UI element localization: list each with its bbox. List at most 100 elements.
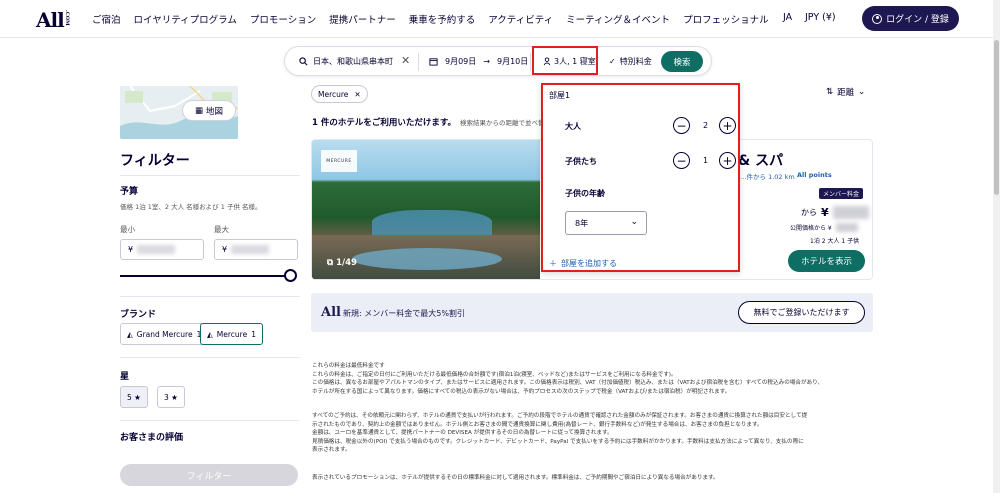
brand-chip-mercure[interactable]: ◭ Mercure 1	[200, 323, 263, 345]
brand-logo-icon: ◭	[127, 329, 133, 339]
min-price-input[interactable]: ¥	[120, 239, 204, 260]
hotel-photo[interactable]: MERCURE ⧉ 1/49	[312, 140, 540, 279]
price-slider-track[interactable]	[120, 275, 292, 277]
page-scrollbar[interactable]	[993, 0, 1000, 493]
login-button[interactable]: ログイン / 登録	[862, 6, 959, 31]
result-sort-note: 検索結果からの距離で並べ替え	[460, 119, 552, 127]
search-button[interactable]: 検索	[661, 51, 703, 72]
blurred-value	[231, 245, 270, 254]
add-room-link[interactable]: ＋ 部屋を追加する	[549, 258, 617, 269]
disclaimer-line: 表示されます。	[312, 447, 351, 453]
currency-selector[interactable]: JPY (¥)	[805, 12, 836, 23]
disclaimer-line: すべてのご予約は、その依頼元に関わらず、ホテルの通貨で支払いが行われます。ご予約…	[312, 413, 808, 419]
nav-item-meetings[interactable]: ミーティング＆イベント	[566, 12, 670, 26]
filter-title: フィルター	[120, 153, 190, 169]
guests-popup: 部屋1 大人 − 2 + 子供たち − 1 + 子供の年齢 8年 ⌄ ＋ 部屋を…	[541, 83, 740, 272]
divider	[418, 53, 419, 71]
divider	[530, 53, 531, 71]
nav-item-promotions[interactable]: プロモーション	[250, 12, 316, 26]
adults-decrement-button[interactable]: −	[673, 117, 690, 134]
map-button-label: 地図	[206, 106, 224, 117]
login-label: ログイン / 登録	[886, 15, 949, 25]
blurred-value	[137, 245, 176, 254]
hotel-distance: …件から 1.02 km	[740, 173, 795, 181]
budget-title: 予算	[120, 187, 139, 197]
disclaimer-line: 表示されているプロモーションは、ホテルが提供するその日の標準料金に対して適用され…	[312, 475, 719, 481]
view-hotel-button[interactable]: ホテルを表示	[788, 250, 865, 272]
chevron-down-icon: ⌄	[630, 217, 638, 227]
check-icon: ✓	[609, 57, 616, 66]
photo-count-value: 1/49	[336, 258, 357, 268]
special-rate-field[interactable]: ✓ 特別料金	[609, 56, 652, 67]
disclaimer-line: ホテルが所在する国によって異なります。価格にすべての税込の表示がない場合は、予約…	[312, 388, 731, 395]
user-icon	[872, 13, 883, 24]
max-label: 最大	[214, 225, 229, 234]
apply-filter-button[interactable]: フィルター	[120, 464, 298, 486]
free-signup-button[interactable]: 無料でご登録いただけます	[738, 301, 865, 324]
currency-symbol: ¥	[222, 245, 228, 254]
child-age-select[interactable]: 8年 ⌄	[565, 211, 647, 235]
gallery-icon: ⧉	[327, 258, 334, 268]
promo-text: 新規: メンバー料金で最大5%割引	[343, 309, 465, 318]
all-logo[interactable]: All .COM	[36, 8, 70, 32]
destination-value: 日本、和歌山県串本町	[313, 57, 393, 66]
date-range-field[interactable]: 9月09日 → 9月10日	[429, 56, 528, 67]
brand-name: Mercure	[216, 329, 248, 339]
destination-field[interactable]: 日本、和歌山県串本町	[299, 56, 393, 67]
price-slider-handle[interactable]	[284, 269, 297, 282]
yen-symbol: ¥	[821, 206, 829, 219]
active-filter-tag[interactable]: Mercure ✕	[311, 85, 368, 103]
children-value: 1	[703, 156, 709, 165]
stars-title: 星	[120, 372, 130, 382]
guest-rating-title: お客さまの評価	[120, 433, 184, 443]
brand-chip-grand-mercure[interactable]: ◭ Grand Mercure 1	[120, 323, 209, 345]
child-age-value: 8年	[575, 219, 589, 228]
currency-symbol: ¥	[128, 245, 134, 254]
sort-dropdown[interactable]: ⇅ 距離 ⌄	[826, 86, 865, 98]
brand-title: ブランド	[120, 310, 157, 320]
close-icon[interactable]: ✕	[354, 90, 360, 99]
nav-item-stay[interactable]: ご宿泊	[92, 12, 121, 26]
all-points-link[interactable]: All points	[797, 171, 832, 179]
brand-logo-icon: ◭	[207, 329, 213, 339]
add-room-label: 部屋を追加する	[561, 259, 617, 268]
min-label: 最小	[120, 225, 135, 234]
blurred-price	[835, 223, 858, 232]
brand-name: Grand Mercure	[136, 329, 193, 339]
clear-destination-icon[interactable]: ✕	[401, 54, 410, 67]
member-price: から ¥	[801, 206, 869, 219]
promotion-disclaimer: 表示されているプロモーションは、ホテルが提供するその日の標準料金に対して適用され…	[312, 474, 878, 483]
plus-icon: ＋	[549, 259, 557, 268]
children-label: 子供たち	[565, 157, 597, 166]
adults-value: 2	[703, 121, 709, 130]
disclaimer-line: この価格は、異なるお部屋やアパルトマンのタイプ、またはサービスに適用されます。こ…	[312, 380, 824, 386]
chevron-down-icon: ⌄	[858, 87, 866, 97]
adults-increment-button[interactable]: +	[719, 117, 736, 134]
map-icon: ▦	[194, 105, 203, 116]
divider	[120, 175, 300, 176]
nav-item-activities[interactable]: アクティビティ	[488, 12, 553, 26]
sort-label: 距離	[837, 88, 855, 98]
mercure-logo: MERCURE	[321, 150, 357, 172]
language-selector[interactable]: JA	[783, 12, 792, 23]
show-map-button[interactable]: ▦ 地図	[182, 100, 236, 121]
divider	[120, 357, 300, 358]
public-price-label: 公開価格から ¥	[790, 225, 832, 232]
disclaimer-line: 見積価格は、税金以外の(POI) で支払う場合のものです。クレジットカード、デビ…	[312, 438, 804, 445]
scrollbar-thumb[interactable]	[994, 40, 999, 195]
disclaimer-line: これらの料金は、ご指定の日付にご利用いただける最低価格の合計額です(宿泊1泊(寝…	[312, 371, 677, 378]
member-rate-badge: メンバー料金	[819, 188, 864, 199]
nav-item-rides[interactable]: 乗車を予約する	[409, 12, 476, 26]
max-price-input[interactable]: ¥	[214, 239, 298, 260]
star-chip-3[interactable]: 3 ★	[157, 386, 185, 408]
nav-item-partners[interactable]: 提携パートナー	[329, 12, 396, 26]
nav-item-professional[interactable]: プロフェッショナル	[683, 12, 769, 26]
children-decrement-button[interactable]: −	[673, 152, 690, 169]
children-increment-button[interactable]: +	[719, 152, 736, 169]
sort-icon: ⇅	[826, 87, 834, 97]
star-chip-5[interactable]: 5 ★	[120, 386, 148, 408]
nav-item-loyalty[interactable]: ロイヤリティプログラム	[134, 12, 237, 26]
photo-pool	[352, 248, 502, 270]
check-out-date: 9月10日	[496, 57, 529, 66]
hotel-name[interactable]: & スパ	[738, 150, 783, 170]
